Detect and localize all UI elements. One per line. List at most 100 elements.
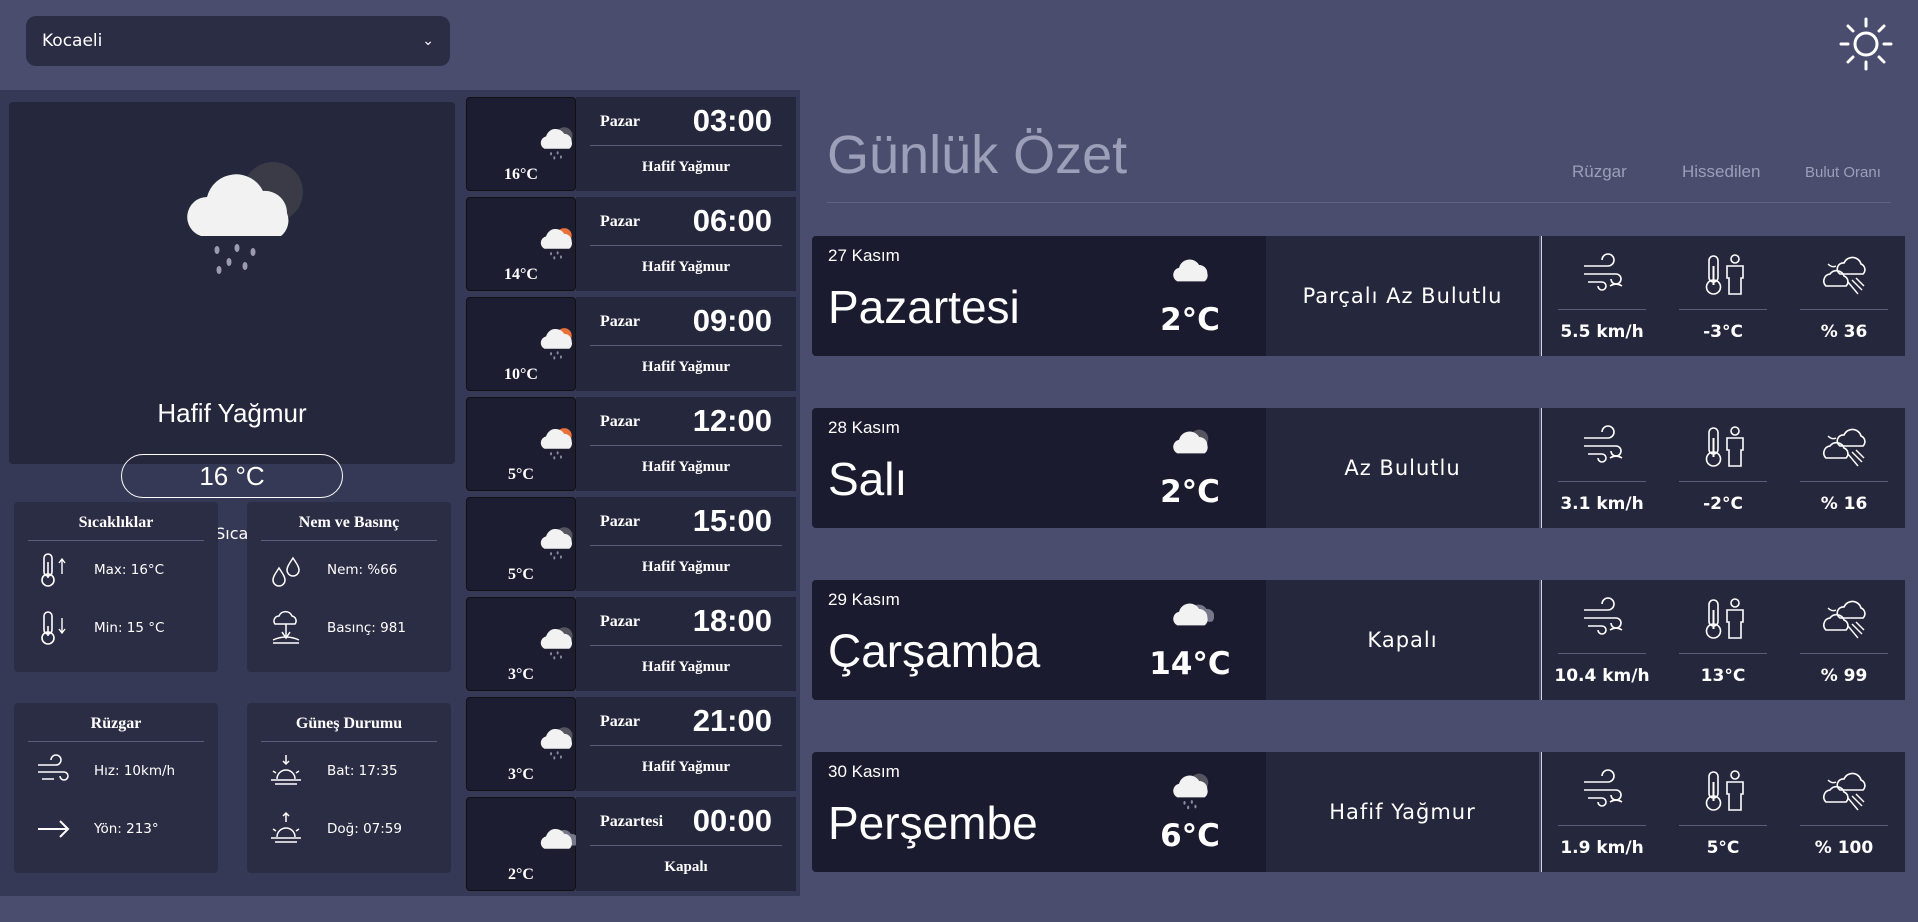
hourly-time: 21:00 bbox=[692, 703, 772, 738]
hourly-day: Pazar bbox=[600, 113, 640, 130]
humidity-value: Nem: %66 bbox=[327, 562, 398, 578]
cloud-rain-moon-icon bbox=[1173, 773, 1209, 810]
hourly-item: 3°C Pazar 21:00 Hafif Yağmur bbox=[466, 697, 796, 791]
feels-value: -2°C bbox=[1703, 494, 1743, 514]
cloud-icon bbox=[1173, 259, 1208, 282]
hourly-item: 16°C Pazar 03:00 Hafif Yağmur bbox=[466, 97, 796, 191]
feels-value: 5°C bbox=[1706, 838, 1740, 858]
hourly-condition: Hafif Yağmur bbox=[641, 459, 731, 475]
daily-condition: Kapalı bbox=[1266, 580, 1539, 700]
cloud-value: % 16 bbox=[1820, 494, 1868, 514]
metric-wind: 1.9 km/h bbox=[1542, 752, 1662, 872]
temperatures-card: Sıcaklıklar Max: 16°C Min: 15 °C bbox=[14, 502, 218, 672]
col-header-cloud: Bulut Oranı bbox=[1805, 164, 1881, 181]
hourly-temp: 10°C bbox=[504, 366, 538, 383]
hourly-icon-box: 3°C bbox=[466, 697, 576, 791]
daily-date: 28 Kasım bbox=[828, 418, 900, 437]
divider bbox=[590, 645, 782, 646]
daily-main: 28 Kasım Salı 2°C bbox=[812, 408, 1266, 528]
card-title: Güneş Durumu bbox=[261, 703, 437, 742]
wind-direction-row: Yön: 213° bbox=[36, 811, 159, 847]
hourly-temp: 5°C bbox=[508, 566, 534, 583]
card-title: Sıcaklıklar bbox=[28, 502, 204, 541]
thermometer-person-icon bbox=[1705, 254, 1744, 295]
hourly-temp: 3°C bbox=[508, 766, 534, 783]
sun-theme-toggle-icon[interactable] bbox=[1838, 16, 1894, 72]
divider bbox=[1800, 309, 1888, 310]
current-weather-card: Hafif Yağmur 16 °C Hissedilen Sıcaklık :… bbox=[9, 102, 455, 543]
hourly-condition: Hafif Yağmur bbox=[641, 659, 731, 675]
hourly-condition: Hafif Yağmur bbox=[641, 559, 731, 575]
sunset-row: Bat: 17:35 bbox=[269, 753, 398, 789]
city-select-value: Kocaeli bbox=[42, 31, 103, 51]
daily-temp: 14°C bbox=[1149, 646, 1231, 682]
cloud-value: % 99 bbox=[1820, 666, 1868, 686]
daily-day-name: Salı bbox=[828, 453, 908, 505]
hourly-time: 12:00 bbox=[692, 403, 772, 438]
cloud-rain-sun-icon bbox=[540, 228, 573, 260]
hourly-icon-box: 5°C bbox=[466, 397, 576, 491]
card-title: Nem ve Basınç bbox=[261, 502, 437, 541]
daily-icon-wrap bbox=[1166, 426, 1214, 466]
min-temp: Min: 15 °C bbox=[94, 620, 165, 636]
hourly-time: 09:00 bbox=[692, 303, 772, 338]
hourly-condition: Kapalı bbox=[664, 859, 708, 875]
divider bbox=[827, 202, 1891, 203]
divider bbox=[1679, 481, 1767, 482]
hourly-day: Pazar bbox=[600, 513, 640, 530]
cloud-value: % 100 bbox=[1814, 838, 1874, 858]
current-temperature: 16 °C bbox=[121, 454, 343, 498]
wind-speed-row: Hız: 10km/h bbox=[36, 753, 175, 789]
hourly-icon-box: 5°C bbox=[466, 497, 576, 591]
metric-feels: 5°C bbox=[1663, 752, 1783, 872]
hourly-time: 06:00 bbox=[692, 203, 772, 238]
feels-value: -3°C bbox=[1703, 322, 1743, 342]
hourly-time: 03:00 bbox=[692, 103, 772, 138]
hourly-info: Pazar 21:00 Hafif Yağmur bbox=[576, 697, 796, 791]
divider bbox=[590, 445, 782, 446]
cloud-wind-icon bbox=[1823, 600, 1866, 639]
daily-date: 27 Kasım bbox=[828, 246, 900, 265]
divider bbox=[1558, 825, 1646, 826]
hourly-temp: 16°C bbox=[504, 166, 538, 183]
daily-main: 27 Kasım Pazartesi 2°C bbox=[812, 236, 1266, 356]
hourly-icon-box: 10°C bbox=[466, 297, 576, 391]
min-temp-row: Min: 15 °C bbox=[36, 610, 164, 646]
hourly-info: Pazar 06:00 Hafif Yağmur bbox=[576, 197, 796, 291]
daily-date: 29 Kasım bbox=[828, 590, 900, 609]
divider bbox=[1679, 825, 1767, 826]
city-select[interactable]: Kocaeli ⌄ bbox=[26, 16, 450, 66]
pressure-value: Basınç: 981 bbox=[327, 620, 406, 636]
daily-condition: Parçalı Az Bulutlu bbox=[1266, 236, 1539, 356]
hourly-info: Pazar 03:00 Hafif Yağmur bbox=[576, 97, 796, 191]
wind-value: 5.5 km/h bbox=[1560, 322, 1644, 342]
hourly-icon-box: 2°C bbox=[466, 797, 577, 891]
summary-title: Günlük Özet bbox=[827, 125, 1128, 185]
wind-icon bbox=[38, 754, 69, 781]
daily-condition: Az Bulutlu bbox=[1266, 408, 1539, 528]
wind-icon bbox=[1584, 253, 1623, 291]
daily-main: 29 Kasım Çarşamba 14°C bbox=[812, 580, 1266, 700]
cloud-wind-icon bbox=[1823, 772, 1866, 811]
metric-wind: 10.4 km/h bbox=[1542, 580, 1662, 700]
hourly-info: Pazartesi 00:00 Kapalı bbox=[576, 797, 796, 891]
divider bbox=[1679, 653, 1767, 654]
sunrise-icon bbox=[271, 811, 301, 843]
sunset-icon bbox=[271, 755, 301, 785]
thermometer-person-icon bbox=[1705, 598, 1744, 639]
divider bbox=[1679, 309, 1767, 310]
arrow-right-icon bbox=[38, 820, 70, 838]
hourly-temp: 3°C bbox=[508, 666, 534, 683]
daily-day-name: Çarşamba bbox=[828, 625, 1041, 677]
metric-feels: 13°C bbox=[1663, 580, 1783, 700]
card-title: Rüzgar bbox=[28, 703, 204, 742]
cloud-value: % 36 bbox=[1820, 322, 1868, 342]
sunrise-time: Doğ: 07:59 bbox=[327, 821, 402, 837]
cloud-rain-moon-icon bbox=[540, 627, 573, 660]
metric-wind: 5.5 km/h bbox=[1542, 236, 1662, 356]
divider bbox=[590, 845, 782, 846]
hourly-item: 14°C Pazar 06:00 Hafif Yağmur bbox=[466, 197, 796, 291]
wind-icon bbox=[1584, 769, 1623, 807]
metric-cloud: % 16 bbox=[1784, 408, 1904, 528]
hourly-day: Pazar bbox=[600, 313, 640, 330]
